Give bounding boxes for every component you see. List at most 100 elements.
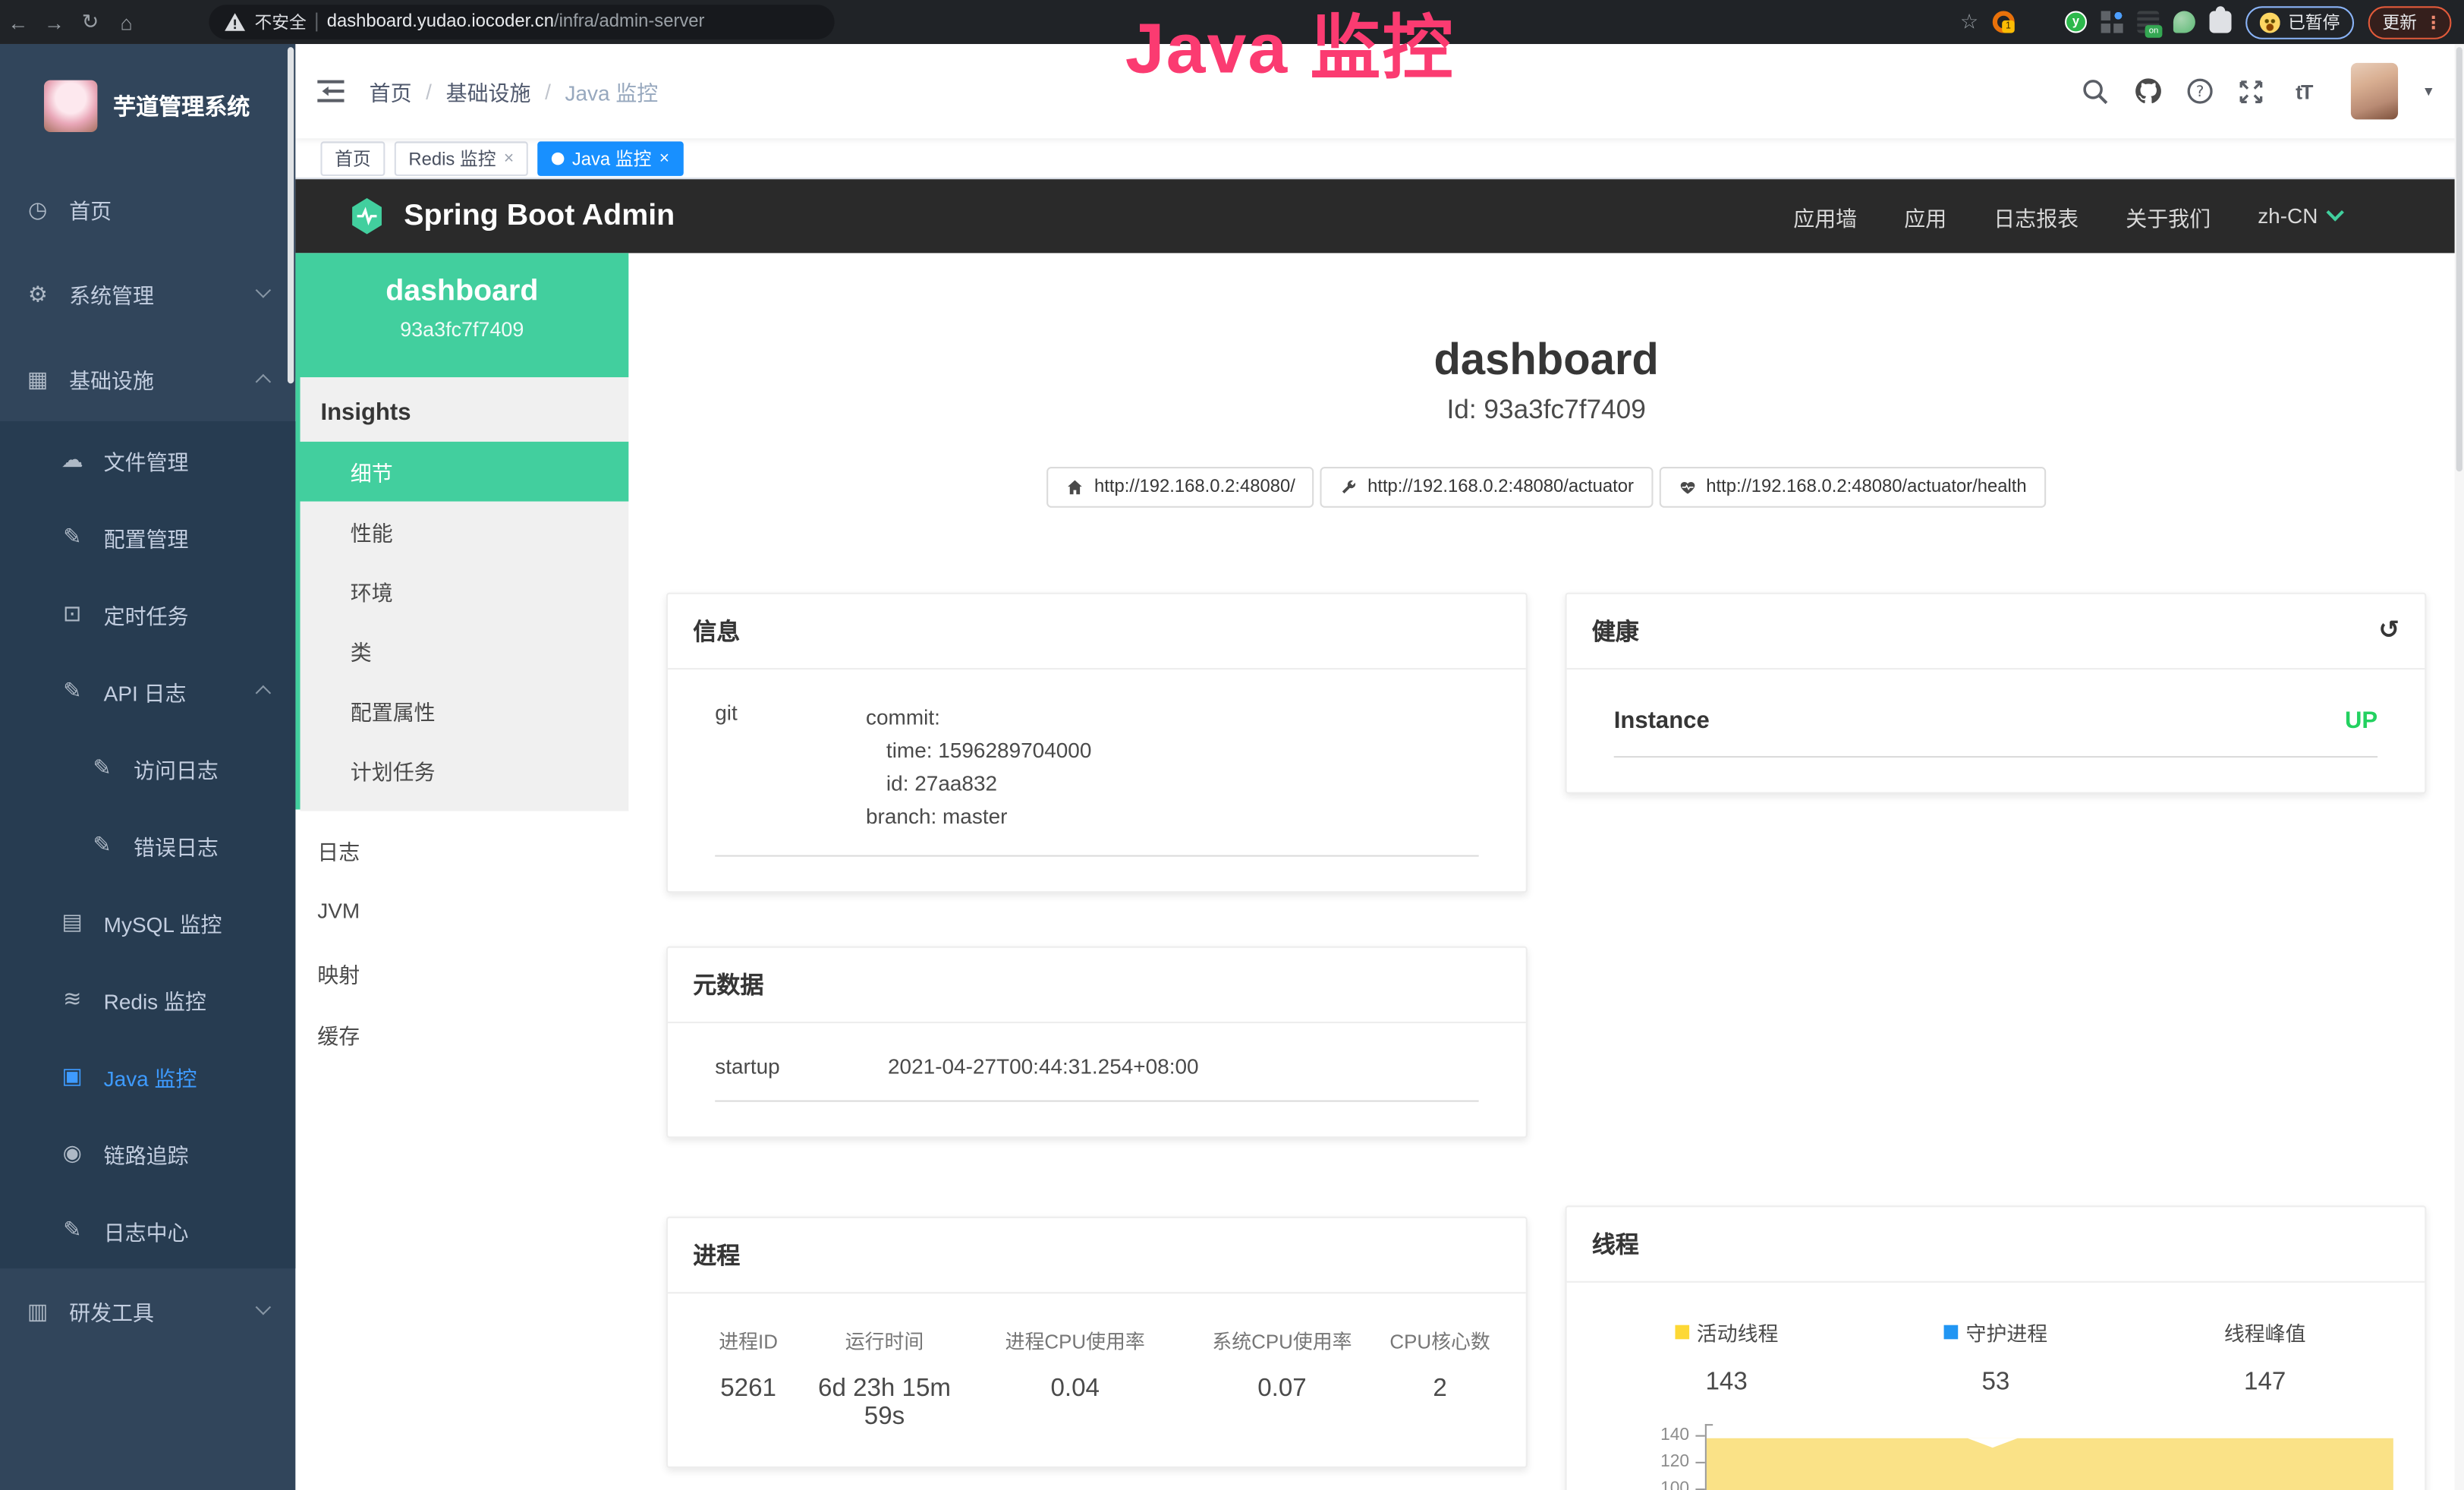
address-bar[interactable]: 不安全 dashboard.yudao.iocoder.cn/infra/adm… bbox=[209, 5, 834, 39]
insights-group-label: Insights bbox=[301, 377, 629, 442]
extension-icon[interactable] bbox=[2173, 11, 2195, 33]
health-url-button[interactable]: http://192.168.0.2:48080/actuator/health bbox=[1659, 467, 2045, 508]
close-icon[interactable]: × bbox=[659, 149, 669, 168]
edit-icon: ✎ bbox=[88, 754, 116, 781]
instance-menu-details[interactable]: 细节 bbox=[295, 442, 628, 502]
app-logo-row[interactable]: 芋道管理系统 bbox=[0, 44, 295, 167]
sba-nav-about[interactable]: 关于我们 bbox=[2126, 200, 2211, 232]
sidebar-item-home[interactable]: ◷ 首页 bbox=[0, 167, 295, 252]
sidebar-item-dev-tools[interactable]: ▥ 研发工具 bbox=[0, 1268, 295, 1353]
instance-menu-environment[interactable]: 环境 bbox=[301, 561, 629, 621]
instance-menu-mappings[interactable]: 映射 bbox=[295, 941, 628, 1003]
status-badge: UP bbox=[2345, 707, 2377, 734]
instance-menu-logs[interactable]: 日志 bbox=[295, 819, 628, 880]
process-uptime: 6d 23h 15m 59s bbox=[798, 1375, 972, 1432]
sidebar-item-api-log[interactable]: ✎ API 日志 bbox=[0, 652, 295, 729]
health-row-instance[interactable]: Instance UP bbox=[1592, 669, 2399, 734]
browser-home-icon[interactable]: ⌂ bbox=[109, 10, 145, 33]
browser-back-icon[interactable]: ← bbox=[0, 10, 36, 33]
sidebar-item-access-log[interactable]: ✎ 访问日志 bbox=[0, 729, 295, 806]
sidebar-item-error-log[interactable]: ✎ 错误日志 bbox=[0, 806, 295, 883]
home-icon bbox=[1066, 478, 1085, 497]
browser-forward-icon[interactable]: → bbox=[36, 10, 73, 33]
tab-java-monitor[interactable]: Java 监控 × bbox=[537, 140, 683, 175]
instance-name: dashboard bbox=[295, 275, 628, 310]
window-scrollbar[interactable] bbox=[2455, 44, 2464, 1490]
sidebar-item-mysql-monitor[interactable]: ▤ MySQL 监控 bbox=[0, 884, 295, 960]
breadcrumb-infra[interactable]: 基础设施 bbox=[446, 75, 531, 106]
security-label[interactable]: 不安全 bbox=[254, 9, 306, 34]
instance-menu-jvm[interactable]: JVM bbox=[295, 880, 628, 942]
help-icon[interactable]: ? bbox=[2186, 77, 2214, 105]
threads-chart: 140 120 100 bbox=[1592, 1424, 2399, 1490]
extensions-puzzle-icon[interactable] bbox=[2210, 11, 2232, 33]
process-cpu: 0.04 bbox=[971, 1375, 1179, 1432]
actuator-url-button[interactable]: http://192.168.0.2:48080/actuator bbox=[1320, 467, 1653, 508]
process-headers: 进程ID 运行时间 进程CPU使用率 系统CPU使用率 CPU核心数 bbox=[693, 1293, 1500, 1355]
instance-menu-scheduled[interactable]: 计划任务 bbox=[301, 740, 629, 800]
extension-icon[interactable]: 1 bbox=[1993, 11, 2015, 33]
search-icon[interactable] bbox=[2082, 77, 2110, 105]
sidebar-item-system[interactable]: ⚙ 系统管理 bbox=[0, 251, 295, 336]
extension-icon[interactable] bbox=[2028, 11, 2050, 33]
sidebar-item-file-manage[interactable]: ☁ 文件管理 bbox=[0, 421, 295, 498]
annotation-text: Java 监控 bbox=[1125, 0, 1455, 93]
divider bbox=[316, 13, 317, 32]
service-url-button[interactable]: http://192.168.0.2:48080/ bbox=[1047, 467, 1314, 508]
daemon-threads-value: 53 bbox=[1861, 1369, 2131, 1397]
metadata-card: 元数据 startup 2021-04-27T00:44:31.254+08:0… bbox=[666, 947, 1528, 1139]
sidebar-scrollbar[interactable] bbox=[288, 47, 294, 383]
edit-icon: ✎ bbox=[58, 524, 87, 550]
avatar-caret-icon[interactable]: ▾ bbox=[2425, 83, 2432, 100]
instance-header[interactable]: dashboard 93a3fc7f7409 bbox=[295, 253, 628, 377]
header-actions: ? tT ▾ bbox=[2082, 63, 2433, 120]
sidebar-item-tracing[interactable]: ◉ 链路追踪 bbox=[0, 1114, 295, 1191]
breadcrumb-home[interactable]: 首页 bbox=[370, 75, 412, 106]
tab-redis-monitor[interactable]: Redis 监控 × bbox=[395, 140, 528, 175]
close-icon[interactable]: × bbox=[504, 149, 514, 168]
font-size-icon[interactable]: tT bbox=[2289, 77, 2318, 105]
instance-menu-classes[interactable]: 类 bbox=[301, 621, 629, 681]
extension-icon[interactable]: y bbox=[2065, 11, 2087, 33]
history-icon[interactable]: ↺ bbox=[2378, 619, 2399, 644]
sidebar-submenu-infra: ☁ 文件管理 ✎ 配置管理 ⊡ 定时任务 ✎ API 日志 ✎ 访问日志 ✎ bbox=[0, 421, 295, 1268]
browser-actions: ☆ 1 y on 已暂停 更新 ⋮ bbox=[1960, 0, 2451, 44]
user-avatar[interactable] bbox=[2351, 63, 2398, 120]
sba-brand[interactable]: Spring Boot Admin bbox=[349, 197, 675, 236]
breadcrumb-current: Java 监控 bbox=[565, 75, 659, 106]
sba-nav-journal[interactable]: 日志报表 bbox=[1994, 200, 2079, 232]
instance-menu-caches[interactable]: 缓存 bbox=[295, 1003, 628, 1064]
sidebar-item-infra[interactable]: ▦ 基础设施 bbox=[0, 336, 295, 421]
sidebar-item-java-monitor[interactable]: ▣ Java 监控 bbox=[0, 1038, 295, 1114]
sba-nav-applications[interactable]: 应用 bbox=[1904, 200, 1946, 232]
svg-text:?: ? bbox=[2196, 83, 2204, 100]
instance-sidebar: dashboard 93a3fc7f7409 Insights 细节 性能 环境… bbox=[295, 253, 628, 1490]
sidebar-item-config-manage[interactable]: ✎ 配置管理 bbox=[0, 498, 295, 575]
collapse-sidebar-icon[interactable] bbox=[317, 80, 344, 102]
card-title: 进程 bbox=[693, 1239, 740, 1271]
instance-menu-configprops[interactable]: 配置属性 bbox=[301, 681, 629, 741]
profile-paused-badge[interactable]: 已暂停 bbox=[2245, 5, 2354, 38]
github-icon[interactable] bbox=[2134, 77, 2162, 105]
sidebar-item-scheduled-tasks[interactable]: ⊡ 定时任务 bbox=[0, 575, 295, 652]
live-threads-value: 143 bbox=[1592, 1369, 1861, 1397]
browser-reload-icon[interactable]: ↻ bbox=[72, 9, 109, 34]
extension-icon[interactable] bbox=[2101, 11, 2123, 33]
sidebar-item-log-center[interactable]: ✎ 日志中心 bbox=[0, 1192, 295, 1268]
locale-selector[interactable]: zh-CN bbox=[2258, 204, 2341, 228]
edit-icon: ✎ bbox=[88, 831, 116, 858]
instance-detail-content: dashboard Id: 93a3fc7f7409 http://192.16… bbox=[628, 253, 2464, 1490]
instance-menu-metrics[interactable]: 性能 bbox=[301, 502, 629, 562]
bookmark-star-icon[interactable]: ☆ bbox=[1960, 9, 1978, 34]
legend-peak: 线程峰值 bbox=[2130, 1317, 2399, 1347]
fullscreen-icon[interactable] bbox=[2238, 77, 2266, 105]
sba-nav-wallboard[interactable]: 应用墙 bbox=[1793, 200, 1857, 232]
extension-icon[interactable]: on bbox=[2137, 11, 2159, 33]
tab-home[interactable]: 首页 bbox=[320, 140, 385, 175]
browser-update-button[interactable]: 更新 ⋮ bbox=[2368, 5, 2452, 38]
url-text[interactable]: dashboard.yudao.iocoder.cn/infra/admin-s… bbox=[327, 13, 705, 32]
info-card: 信息 git commit: time: 1596289704000 id: 2… bbox=[666, 593, 1528, 893]
browser-menu-dots-icon[interactable]: ⋮ bbox=[2425, 12, 2442, 33]
sidebar-item-redis-monitor[interactable]: ≋ Redis 监控 bbox=[0, 960, 295, 1037]
eye-icon: ◉ bbox=[58, 1139, 87, 1166]
